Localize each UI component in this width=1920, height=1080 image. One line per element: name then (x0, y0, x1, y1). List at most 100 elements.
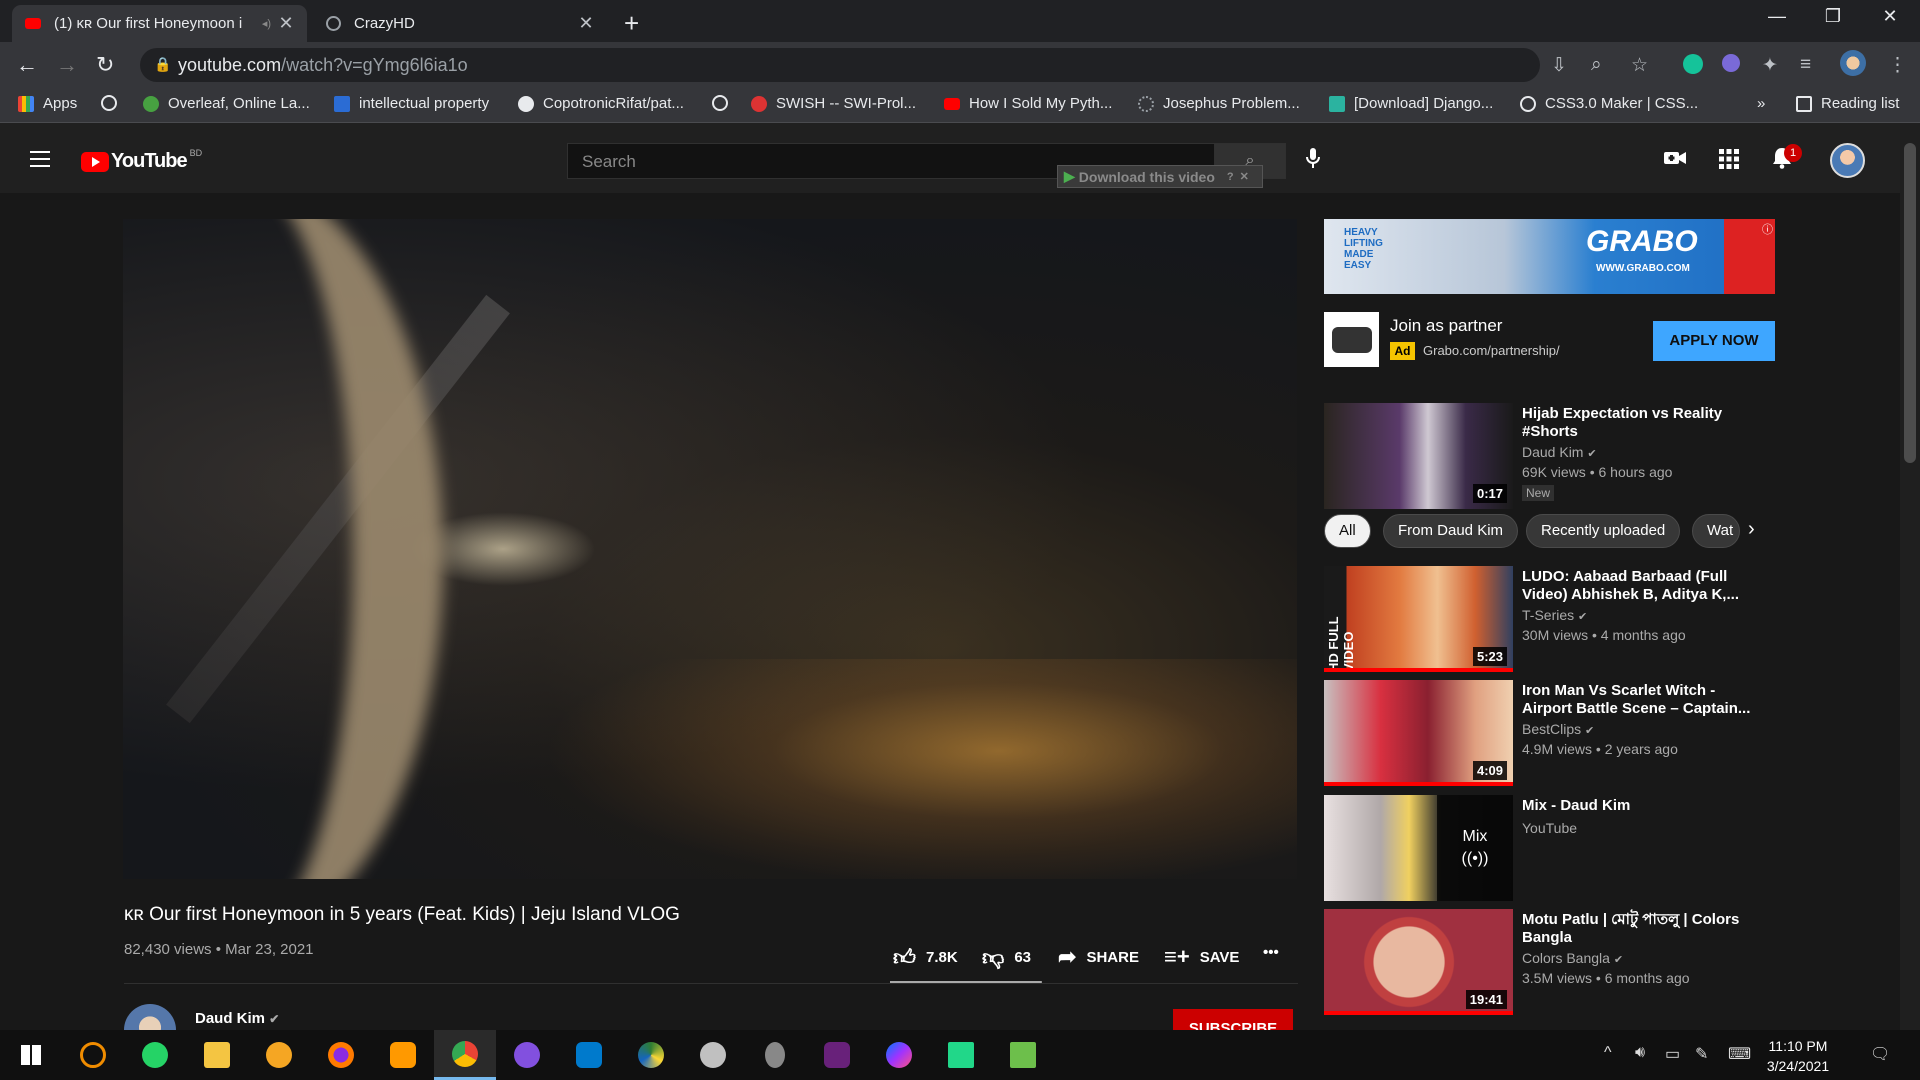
start-button[interactable] (0, 1030, 62, 1080)
bookmark-django[interactable]: [Download] Django... (1329, 95, 1493, 112)
taskbar-app[interactable] (992, 1030, 1054, 1080)
recommendation-item-mix[interactable]: Mix ((•)) Mix - Daud Kim YouTube (1324, 795, 1784, 903)
forward-icon[interactable]: → (56, 52, 78, 78)
taskbar-app[interactable] (124, 1030, 186, 1080)
pen-icon[interactable]: ✎ (1695, 1044, 1708, 1064)
chip-recently-uploaded[interactable]: Recently uploaded (1526, 514, 1681, 548)
tab-crazyhd[interactable]: CrazyHD ✕ (312, 5, 607, 42)
video-title[interactable]: Mix - Daud Kim (1522, 797, 1757, 815)
address-bar[interactable]: 🔒 youtube.com/watch?v=gYmg6l6ia1o (140, 48, 1540, 82)
help-icon[interactable]: ? (1227, 171, 1234, 183)
chevron-right-icon[interactable]: › (1748, 518, 1755, 541)
media-control-icon[interactable]: ≡ (1800, 54, 1811, 76)
close-window-icon[interactable]: ✕ (1870, 6, 1910, 27)
channel-name[interactable]: Daud Kim ✔ (1522, 444, 1597, 460)
taskbar-app[interactable] (806, 1030, 868, 1080)
network-icon[interactable]: ▭ (1665, 1044, 1680, 1064)
microphone-icon[interactable] (1305, 147, 1321, 169)
recommendation-item[interactable]: 0:17 Hijab Expectation vs Reality #Short… (1324, 403, 1784, 511)
video-thumbnail[interactable]: 4:09 (1324, 680, 1513, 786)
recommendation-item[interactable]: 19:41 Motu Patlu | মোটু পাতলু | Colors B… (1324, 909, 1784, 1017)
speaker-icon[interactable]: ◂) (262, 17, 271, 30)
bookmark-youtube[interactable]: How I Sold My Pyth... (944, 95, 1112, 112)
bookmark-apps[interactable]: Apps (18, 95, 77, 112)
recommendation-item[interactable]: HD FULL VIDEO 5:23 LUDO: Aabaad Barbaad … (1324, 566, 1784, 674)
taskbar-app[interactable] (682, 1030, 744, 1080)
page-scrollbar[interactable] (1900, 123, 1920, 1033)
bookmark-css3[interactable]: CSS3.0 Maker | CSS... (1520, 95, 1698, 112)
extensions-puzzle-icon[interactable]: ✦ (1762, 54, 1778, 77)
youtube-logo[interactable]: YouTube BD (81, 148, 202, 173)
ad-banner[interactable]: HEAVY LIFTING MADE EASY GRABO WWW.GRABO.… (1324, 219, 1775, 294)
dislike-button[interactable]: 👎︎ 63 (982, 944, 1031, 971)
restore-icon[interactable]: ❐ (1813, 6, 1853, 27)
channel-name[interactable]: T-Series ✔ (1522, 607, 1587, 623)
action-center-icon[interactable]: 🗨︎ (1870, 1044, 1890, 1064)
lock-icon[interactable]: 🔒 (154, 56, 171, 73)
bookmark-ip[interactable]: intellectual property (334, 95, 489, 112)
channel-name[interactable]: Daud Kim ✔ (195, 1010, 279, 1027)
taskbar-app[interactable] (248, 1030, 310, 1080)
taskbar-app[interactable] (868, 1030, 930, 1080)
ad-title[interactable]: Join as partner (1390, 316, 1502, 336)
tray-chevron-icon[interactable]: ^ (1604, 1044, 1612, 1062)
bookmark-overleaf[interactable]: Overleaf, Online La... (143, 95, 310, 112)
profile-avatar-icon[interactable] (1840, 50, 1866, 76)
taskbar-app[interactable] (496, 1030, 558, 1080)
close-tab-icon[interactable]: ✕ (277, 13, 295, 34)
create-video-icon[interactable] (1664, 149, 1686, 167)
video-thumbnail[interactable]: 19:41 (1324, 909, 1513, 1015)
save-button[interactable]: ≡+ SAVE (1164, 944, 1239, 970)
bookmark-globe-2[interactable] (712, 95, 737, 111)
system-clock[interactable]: 11:10 PM 3/24/2021 (1758, 1036, 1838, 1076)
apps-grid-icon[interactable] (1719, 149, 1739, 169)
channel-name[interactable]: Colors Bangla ✔ (1522, 950, 1623, 966)
channel-name[interactable]: BestClips ✔ (1522, 721, 1594, 737)
back-icon[interactable]: ← (16, 52, 38, 78)
volume-icon[interactable]: 🔊︎ (1635, 1044, 1645, 1062)
apply-now-button[interactable]: APPLY NOW (1653, 321, 1775, 361)
bookmark-swish[interactable]: SWISH -- SWI-Prol... (751, 95, 916, 112)
taskbar-app[interactable] (930, 1030, 992, 1080)
video-player[interactable] (123, 219, 1297, 879)
grammarly-extension-icon[interactable] (1683, 54, 1703, 74)
bookmark-github[interactable]: CopotronicRifat/pat... (518, 95, 684, 112)
taskbar-app[interactable] (620, 1030, 682, 1080)
video-thumbnail[interactable]: Mix ((•)) (1324, 795, 1513, 901)
channel-name[interactable]: YouTube (1522, 820, 1577, 836)
chip-watched[interactable]: Wat (1692, 514, 1740, 548)
taskbar-app[interactable] (372, 1030, 434, 1080)
video-thumbnail[interactable]: 0:17 (1324, 403, 1513, 509)
video-title[interactable]: Motu Patlu | মোটু পাতলু | Colors Bangla (1522, 911, 1757, 947)
video-title[interactable]: LUDO: Aabaad Barbaad (Full Video) Abhish… (1522, 568, 1757, 604)
account-avatar[interactable] (1830, 143, 1865, 178)
zoom-icon[interactable]: ⌕ (1591, 54, 1602, 76)
video-title[interactable]: Iron Man Vs Scarlet Witch - Airport Batt… (1522, 682, 1757, 718)
close-tab-icon[interactable]: ✕ (577, 13, 595, 34)
bookmark-globe[interactable] (101, 95, 126, 111)
chip-from-daud-kim[interactable]: From Daud Kim (1383, 514, 1519, 548)
bookmark-josephus[interactable]: Josephus Problem... (1138, 95, 1300, 112)
hamburger-menu-icon[interactable] (30, 151, 50, 172)
reading-list-button[interactable]: Reading list (1796, 95, 1899, 112)
video-thumbnail[interactable]: HD FULL VIDEO 5:23 (1324, 566, 1513, 672)
extension-icon[interactable] (1722, 54, 1740, 72)
taskbar-app[interactable] (310, 1030, 372, 1080)
taskbar-app[interactable] (186, 1030, 248, 1080)
tab-youtube[interactable]: (1) ᴋʀ Our first Honeymoon i ◂) ✕ (12, 5, 307, 42)
more-actions-button[interactable]: ••• (1263, 944, 1279, 961)
keyboard-icon[interactable]: ⌨ (1728, 1044, 1751, 1064)
video-title[interactable]: Hijab Expectation vs Reality #Shorts (1522, 405, 1757, 441)
share-button[interactable]: ➦ SHARE (1058, 944, 1139, 970)
taskbar-app[interactable] (62, 1030, 124, 1080)
reload-icon[interactable]: ↻ (96, 52, 114, 78)
ad-info-icon[interactable]: ⓘ (1762, 221, 1773, 237)
install-icon[interactable]: ⇩ (1551, 54, 1567, 77)
chip-all[interactable]: All (1324, 514, 1371, 548)
like-button[interactable]: 👍︎ 7.8K (893, 944, 958, 971)
taskbar-app[interactable] (558, 1030, 620, 1080)
bookmarks-overflow[interactable]: » (1757, 95, 1765, 112)
ad-thumbnail[interactable] (1324, 312, 1379, 367)
menu-kebab-icon[interactable]: ⋮ (1888, 54, 1907, 77)
new-tab-icon[interactable]: + (624, 8, 639, 39)
